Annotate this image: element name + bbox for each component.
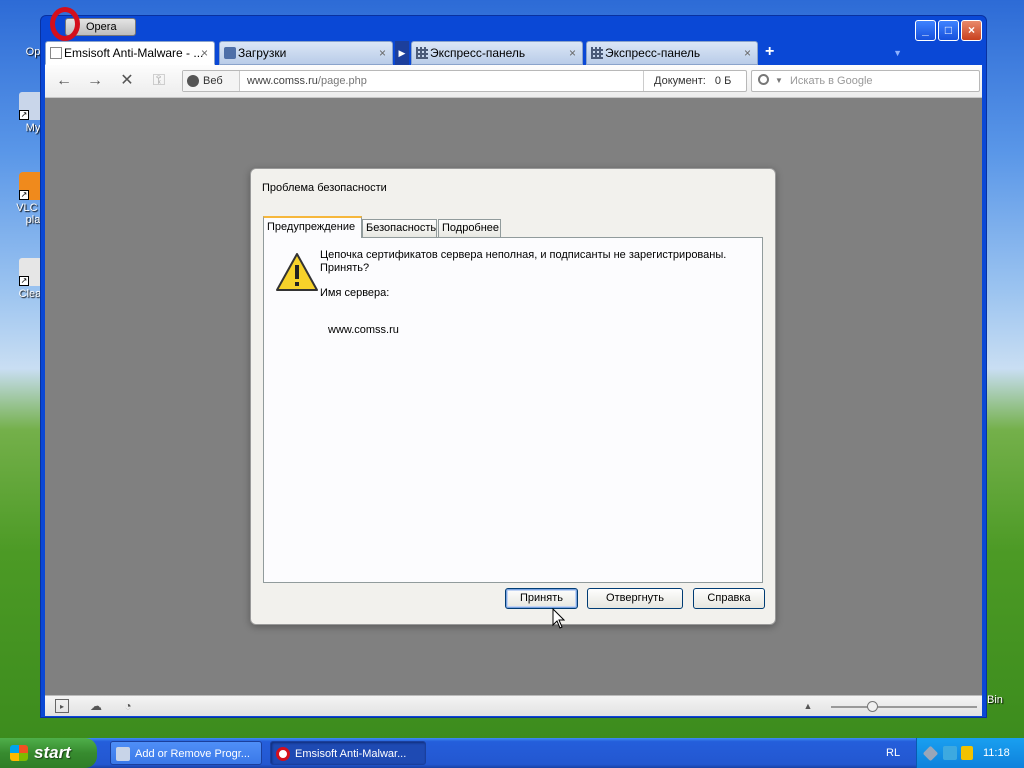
server-name-label: Имя сервера: [320,287,390,299]
address-bar[interactable]: Веб www.comss.ru/page.php Документ: 0 Б [182,70,747,92]
tray-app-icon[interactable] [943,746,957,760]
search-placeholder: Искать в Google [790,75,873,87]
tab-speed-dial-1[interactable]: Экспресс-панель × [411,41,583,65]
tab-security[interactable]: Безопасность [362,219,437,237]
security-alert-icon[interactable] [961,746,973,760]
tab-title: Экспресс-панель [605,46,701,60]
url-text[interactable]: www.comss.ru/page.php [247,71,367,91]
search-engine-chevron-down-icon[interactable]: ▼ [775,71,783,91]
zoom-slider-handle[interactable] [866,701,878,712]
warning-icon [276,253,318,291]
tab-close-icon[interactable]: × [201,42,208,64]
navigation-toolbar: ← → ✕ ⚿ Веб www.comss.ru/page.php Докуме… [45,65,982,98]
tab-close-icon[interactable]: × [744,42,751,64]
cloud-icon[interactable]: ☁ [89,699,103,713]
document-size: Документ: 0 Б [643,71,747,91]
mouse-cursor-icon [552,608,565,629]
opera-menu-button[interactable]: Opera [50,7,136,41]
key-icon[interactable]: ⚿ [148,70,170,92]
zoom-slider[interactable] [831,701,977,712]
new-tab-button[interactable]: + [765,41,774,63]
tab-close-icon[interactable]: × [379,42,386,64]
document-size-value: 0 Б [714,75,732,87]
window-controls: _ □ × [915,20,982,41]
taskbar: start Add or Remove Progr... Emsisoft An… [0,738,1024,768]
document-label: Документ: [654,75,706,87]
page-icon [50,47,62,59]
help-button[interactable]: Справка [693,588,765,609]
tab-title: Экспресс-панель [430,46,526,60]
panel-toggle-icon[interactable]: ▸ [55,699,69,713]
taskbar-item-add-remove[interactable]: Add or Remove Progr... [110,741,262,765]
opera-logo-icon [50,7,80,41]
taskbar-item-opera[interactable]: Emsisoft Anti-Malwar... [270,741,426,765]
taskbar-item-label: Add or Remove Progr... [135,748,250,760]
reject-button[interactable]: Отвергнуть [587,588,683,609]
speed-dial-icon [591,47,603,59]
warning-message: Цепочка сертификатов сервера неполная, и… [320,249,727,274]
tab-emsisoft[interactable]: Emsisoft Anti-Malware - ... × [45,41,215,65]
stop-button[interactable]: ✕ [116,70,138,92]
start-label: start [34,743,71,762]
tab-scroll-right-icon[interactable]: ▶ [395,41,409,65]
web-badge[interactable]: Веб [183,71,240,91]
forward-button[interactable]: → [84,70,106,92]
tab-warning[interactable]: Предупреждение [263,216,362,238]
turbo-gauge-icon[interactable]: ◔ [121,699,135,713]
web-badge-label: Веб [203,75,223,87]
maximize-button[interactable]: □ [938,20,959,41]
tab-title: Загрузки [238,46,287,60]
dialog-title: Проблема безопасности [262,182,387,194]
url-path: /page.php [317,75,367,87]
tab-speed-dial-2[interactable]: Экспресс-панель × [586,41,758,65]
windows-flag-icon [10,745,28,761]
language-indicator[interactable]: RL [886,738,900,768]
download-icon [224,47,236,59]
clock: 11:18 [983,747,1010,759]
system-tray: 11:18 [916,738,1024,768]
start-button[interactable]: start [0,738,97,768]
tab-menu-chevron-down-icon[interactable]: ▼ [893,41,902,65]
warning-panel: Цепочка сертификатов сервера неполная, и… [263,237,763,583]
desktop-recycle-bin-label[interactable]: Bin [987,694,1003,706]
tab-strip: Emsisoft Anti-Malware - ... × Загрузки ×… [45,41,982,65]
search-icon [758,74,769,85]
globe-icon [187,75,199,87]
taskbar-item-label: Emsisoft Anti-Malwar... [295,748,407,760]
tab-downloads[interactable]: Загрузки × [219,41,393,65]
network-icon[interactable] [922,745,939,762]
control-panel-icon [116,747,130,761]
security-dialog: Проблема безопасности Предупреждение Без… [250,168,776,625]
url-host: www.comss.ru [247,75,318,87]
tab-title: Emsisoft Anti-Malware - ... [64,46,204,60]
view-arrow-up-icon[interactable]: ▲ [801,699,815,713]
minimize-button[interactable]: _ [915,20,936,41]
tab-details[interactable]: Подробнее [438,219,501,237]
search-field[interactable]: ▼ Искать в Google [751,70,980,92]
server-name-value: www.comss.ru [328,324,399,336]
close-button[interactable]: × [961,20,982,41]
speed-dial-icon [416,47,428,59]
opera-icon [276,747,290,761]
tab-close-icon[interactable]: × [569,42,576,64]
accept-button[interactable]: Принять [505,588,578,609]
back-button[interactable]: ← [53,70,75,92]
status-bar: ▸ ☁ ◔ ▲ [45,695,982,716]
opera-menu-label: Opera [86,21,117,33]
